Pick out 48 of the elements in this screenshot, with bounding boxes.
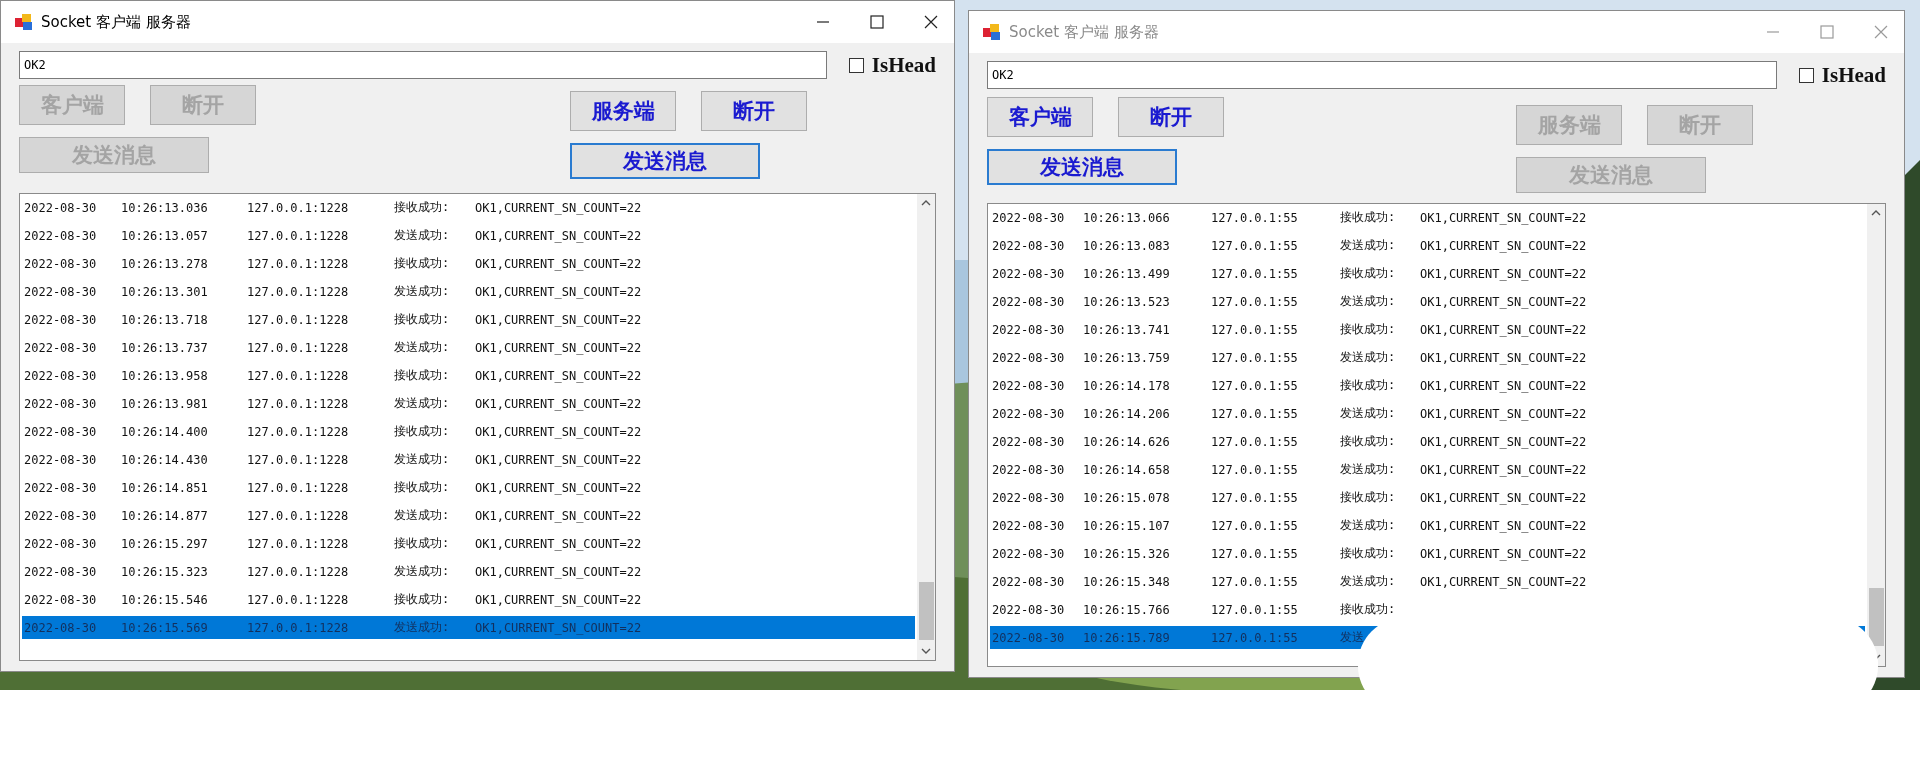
- log-row[interactable]: 2022-08-30 10:26:13.737 127.0.0.1:1228 发送成功: OK1,CURRENT_SN_COUNT=22: [22, 336, 915, 359]
- log-row[interactable]: 2022-08-30 10:26:14.430 127.0.0.1:1228 发送成功: OK1,CURRENT_SN_COUNT=22: [22, 448, 915, 471]
- is-head-checkbox[interactable]: IsHead: [848, 52, 936, 78]
- log-row[interactable]: 2022-08-30 10:26:13.741 127.0.0.1:55 接收成功: OK1,CURRENT_SN_COUNT=22: [990, 318, 1865, 341]
- log-row[interactable]: 2022-08-30 10:26:14.400 127.0.0.1:1228 接收成功: OK1,CURRENT_SN_COUNT=22: [22, 420, 915, 443]
- command-button[interactable]: 断开: [1118, 97, 1224, 137]
- command-button[interactable]: 发送消息: [987, 149, 1177, 185]
- log-row[interactable]: 2022-08-30 10:26:13.759 127.0.0.1:55 发送成功: OK1,CURRENT_SN_COUNT=22: [990, 346, 1865, 369]
- log-row[interactable]: 2022-08-30 10:26:13.057 127.0.0.1:1228 发送成功: OK1,CURRENT_SN_COUNT=22: [22, 224, 915, 247]
- is-head-checkbox[interactable]: IsHead: [1798, 62, 1886, 88]
- log-row[interactable]: 2022-08-30 10:26:13.066 127.0.0.1:55 接收成功: OK1,CURRENT_SN_COUNT=22: [990, 206, 1865, 229]
- command-button[interactable]: 断开: [701, 91, 807, 131]
- command-button[interactable]: 客户端: [987, 97, 1093, 137]
- log-row[interactable]: 2022-08-30 10:26:15.546 127.0.0.1:1228 接收成功: OK1,CURRENT_SN_COUNT=22: [22, 588, 915, 611]
- log-row[interactable]: 2022-08-30 10:26:15.766 127.0.0.1:55 接收成功:: [990, 598, 1865, 621]
- app-icon: [15, 14, 33, 30]
- log-row[interactable]: 2022-08-30 10:26:13.083 127.0.0.1:55 发送成功: OK1,CURRENT_SN_COUNT=22: [990, 234, 1865, 257]
- log-row[interactable]: 2022-08-30 10:26:15.107 127.0.0.1:55 发送成功: OK1,CURRENT_SN_COUNT=22: [990, 514, 1865, 537]
- log-row[interactable]: 2022-08-30 10:26:14.658 127.0.0.1:55 发送成功: OK1,CURRENT_SN_COUNT=22: [990, 458, 1865, 481]
- log-row[interactable]: 2022-08-30 10:26:13.981 127.0.0.1:1228 发送成功: OK1,CURRENT_SN_COUNT=22: [22, 392, 915, 415]
- log-row[interactable]: 2022-08-30 10:26:13.499 127.0.0.1:55 接收成功: OK1,CURRENT_SN_COUNT=22: [990, 262, 1865, 285]
- log-row[interactable]: 2022-08-30 10:26:13.718 127.0.0.1:1228 接收成功: OK1,CURRENT_SN_COUNT=22: [22, 308, 915, 331]
- log-row[interactable]: 2022-08-30 10:26:13.278 127.0.0.1:1228 接收成功: OK1,CURRENT_SN_COUNT=22: [22, 252, 915, 275]
- log-row[interactable]: 2022-08-30 10:26:13.301 127.0.0.1:1228 发送成功: OK1,CURRENT_SN_COUNT=22: [22, 280, 915, 303]
- message-field[interactable]: OK2: [987, 61, 1777, 89]
- log-row[interactable]: 2022-08-30 10:26:14.206 127.0.0.1:55 发送成功: OK1,CURRENT_SN_COUNT=22: [990, 402, 1865, 425]
- log-row[interactable]: 2022-08-30 10:26:15.078 127.0.0.1:55 接收成功: OK1,CURRENT_SN_COUNT=22: [990, 486, 1865, 509]
- window-title: Socket 客户端 服务器: [41, 12, 192, 32]
- log-row[interactable]: 2022-08-30 10:26:13.523 127.0.0.1:55 发送成功: OK1,CURRENT_SN_COUNT=22: [990, 290, 1865, 313]
- log-row[interactable]: 2022-08-30 10:26:15.297 127.0.0.1:1228 接收成功: OK1,CURRENT_SN_COUNT=22: [22, 532, 915, 555]
- window-title: Socket 客户端 服务器: [1009, 22, 1160, 42]
- scrollbar[interactable]: [1867, 204, 1885, 666]
- app-icon: [983, 24, 1001, 40]
- command-button[interactable]: 服务端: [570, 91, 676, 131]
- log-row[interactable]: 2022-08-30 10:26:15.348 127.0.0.1:55 发送成功: OK1,CURRENT_SN_COUNT=22: [990, 570, 1865, 593]
- message-field[interactable]: OK2: [19, 51, 827, 79]
- scrollbar[interactable]: [917, 194, 935, 660]
- log-row[interactable]: 2022-08-30 10:26:13.036 127.0.0.1:1228 接收成功: OK1,CURRENT_SN_COUNT=22: [22, 196, 915, 219]
- log-row[interactable]: 2022-08-30 10:26:15.323 127.0.0.1:1228 发送成功: OK1,CURRENT_SN_COUNT=22: [22, 560, 915, 583]
- command-button[interactable]: 发送消息: [570, 143, 760, 179]
- log-row[interactable]: 2022-08-30 10:26:13.958 127.0.0.1:1228 接收成功: OK1,CURRENT_SN_COUNT=22: [22, 364, 915, 387]
- scroll-thumb[interactable]: [918, 582, 934, 640]
- log-row[interactable]: 2022-08-30 10:26:14.877 127.0.0.1:1228 发送成功: OK1,CURRENT_SN_COUNT=22: [22, 504, 915, 527]
- scroll-thumb[interactable]: [1868, 588, 1884, 646]
- log-row[interactable]: 2022-08-30 10:26:15.326 127.0.0.1:55 接收成功: OK1,CURRENT_SN_COUNT=22: [990, 542, 1865, 565]
- log-row[interactable]: 2022-08-30 10:26:14.178 127.0.0.1:55 接收成功: OK1,CURRENT_SN_COUNT=22: [990, 374, 1865, 397]
- log-row[interactable]: 2022-08-30 10:26:14.851 127.0.0.1:1228 接收成功: OK1,CURRENT_SN_COUNT=22: [22, 476, 915, 499]
- log-row[interactable]: 2022-08-30 10:26:14.626 127.0.0.1:55 接收成功: OK1,CURRENT_SN_COUNT=22: [990, 430, 1865, 453]
